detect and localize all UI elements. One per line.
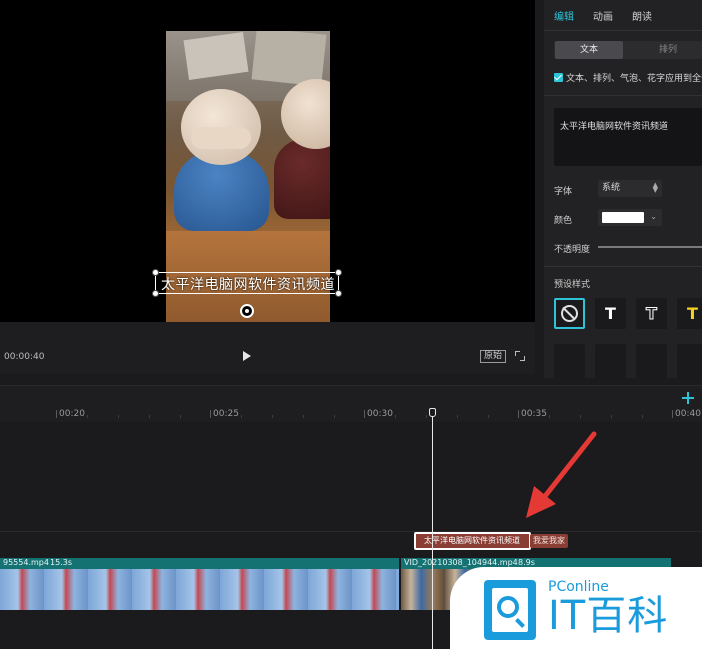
watermark-logo-icon (484, 580, 536, 640)
minor-tick (457, 415, 458, 418)
color-label: 颜色 (554, 216, 573, 226)
preset-yellow[interactable]: T (677, 298, 702, 329)
divider (544, 266, 702, 267)
preview-canvas[interactable]: 太平洋电脑网软件资讯频道 (0, 0, 535, 322)
apply-all-label: 文本、排列、气泡、花字应用到全部 (566, 74, 702, 84)
frame-box (183, 32, 249, 80)
tick-label: 00:20 (59, 409, 85, 419)
font-value: 系统 (602, 183, 621, 193)
minor-tick (118, 415, 119, 418)
tick-label: 00:25 (213, 409, 239, 419)
minor-tick (334, 415, 335, 418)
time-ruler[interactable]: 00:20 00:25 00:30 00:35 00:40 (0, 386, 702, 422)
tab-read-aloud[interactable]: 朗读 (632, 8, 652, 23)
property-panel: 编辑 动画 朗读 文本 排列 文本、排列、气泡、花字应用到全部 太平洋电脑网软件… (544, 0, 702, 378)
subtitle-text: 太平洋电脑网软件资讯频道 (161, 277, 335, 293)
color-swatch (602, 212, 644, 223)
tick-label: 00:30 (367, 409, 393, 419)
text-clip-label: 我爱我家 (533, 536, 565, 545)
preset-none[interactable] (554, 298, 585, 329)
tick (672, 410, 673, 418)
annotation-arrow-icon (526, 431, 597, 518)
tick (364, 410, 365, 418)
apply-all-row[interactable]: 文本、排列、气泡、花字应用到全部 (554, 71, 702, 84)
apply-all-checkbox[interactable] (554, 73, 563, 82)
font-select[interactable]: 系统 ▲ ▼ (598, 180, 662, 197)
preset-label: 预设样式 (554, 280, 591, 290)
clip-duration: 8.9s (518, 558, 535, 567)
divider (544, 30, 702, 31)
preview-panel: 太平洋电脑网软件资讯频道 00:00:40 原始 (0, 0, 535, 374)
resize-handle[interactable] (152, 290, 159, 297)
segment-text[interactable]: 文本 (555, 41, 623, 59)
playhead-handle[interactable] (429, 408, 436, 417)
minor-tick (642, 415, 643, 418)
opacity-slider[interactable] (598, 246, 702, 248)
watermark: PConline IT百科 (450, 567, 702, 649)
text-clip[interactable]: 我爱我家 (530, 534, 568, 548)
resize-handle[interactable] (335, 290, 342, 297)
preset-white[interactable]: T (595, 298, 626, 329)
segment-arrange[interactable]: 排列 (634, 41, 702, 59)
minor-tick (149, 415, 150, 418)
minor-tick (395, 415, 396, 418)
minor-tick (272, 415, 273, 418)
text-clip-label: 太平洋电脑网软件资讯频道 (424, 536, 520, 545)
minor-tick (426, 415, 427, 418)
subtitle-selection-box[interactable]: 太平洋电脑网软件资讯频道 (152, 269, 342, 297)
resize-handle[interactable] (335, 269, 342, 276)
minor-tick (303, 415, 304, 418)
minor-tick (549, 415, 550, 418)
tab-edit[interactable]: 编辑 (554, 8, 574, 23)
minor-tick (87, 415, 88, 418)
chevron-updown-icon: ▲ ▼ (652, 181, 658, 194)
clip-header: 95554.mp4 15.3s (0, 558, 399, 569)
chevron-down-icon: ⌄ (650, 212, 657, 221)
color-select[interactable]: ⌄ (598, 209, 662, 226)
font-label: 字体 (554, 187, 573, 197)
play-icon[interactable] (243, 351, 251, 361)
video-editor: 太平洋电脑网软件资讯频道 00:00:40 原始 编辑 动画 朗读 文本 排列 … (0, 0, 702, 649)
video-clip[interactable]: 95554.mp4 15.3s (0, 558, 399, 610)
tab-animation[interactable]: 动画 (593, 8, 613, 23)
tick (518, 410, 519, 418)
watermark-logo-inner (492, 588, 528, 632)
opacity-label: 不透明度 (554, 245, 591, 255)
text-input[interactable]: 太平洋电脑网软件资讯频道 (554, 108, 702, 166)
clip-name: VID_20210308_104944.mp4 (404, 558, 518, 567)
preset-item[interactable] (636, 344, 667, 378)
minor-tick (180, 415, 181, 418)
minor-tick (488, 415, 489, 418)
snap-icon[interactable] (682, 392, 694, 404)
resize-handle[interactable] (152, 269, 159, 276)
no-style-icon (561, 305, 578, 322)
rotate-icon[interactable] (240, 304, 254, 318)
preset-outline[interactable]: T (636, 298, 667, 329)
tick (210, 410, 211, 418)
clip-duration: 15.3s (50, 558, 72, 567)
clip-name: 95554.mp4 (3, 558, 49, 567)
clip-thumbnails (0, 569, 399, 610)
watermark-title: IT百科 (548, 593, 669, 639)
minor-tick (580, 415, 581, 418)
preset-item[interactable] (677, 344, 702, 378)
ratio-button[interactable]: 原始 (480, 350, 507, 363)
segment-control: 文本 排列 (554, 41, 702, 59)
preset-item[interactable] (554, 344, 585, 378)
divider (544, 95, 702, 96)
tick-label: 00:40 (675, 409, 701, 419)
playhead-line (432, 412, 433, 649)
panel-tabs: 编辑 动画 朗读 (544, 0, 702, 30)
timecode: 00:00:40 (4, 352, 45, 362)
preset-item[interactable] (595, 344, 626, 378)
minor-tick (241, 415, 242, 418)
figurine-body (274, 139, 330, 219)
figurine-hands (191, 127, 251, 149)
fullscreen-icon[interactable] (515, 351, 525, 361)
tick-label: 00:35 (521, 409, 547, 419)
magnifier-icon (497, 596, 519, 618)
track-divider (0, 531, 702, 532)
minor-tick (611, 415, 612, 418)
tick (56, 410, 57, 418)
